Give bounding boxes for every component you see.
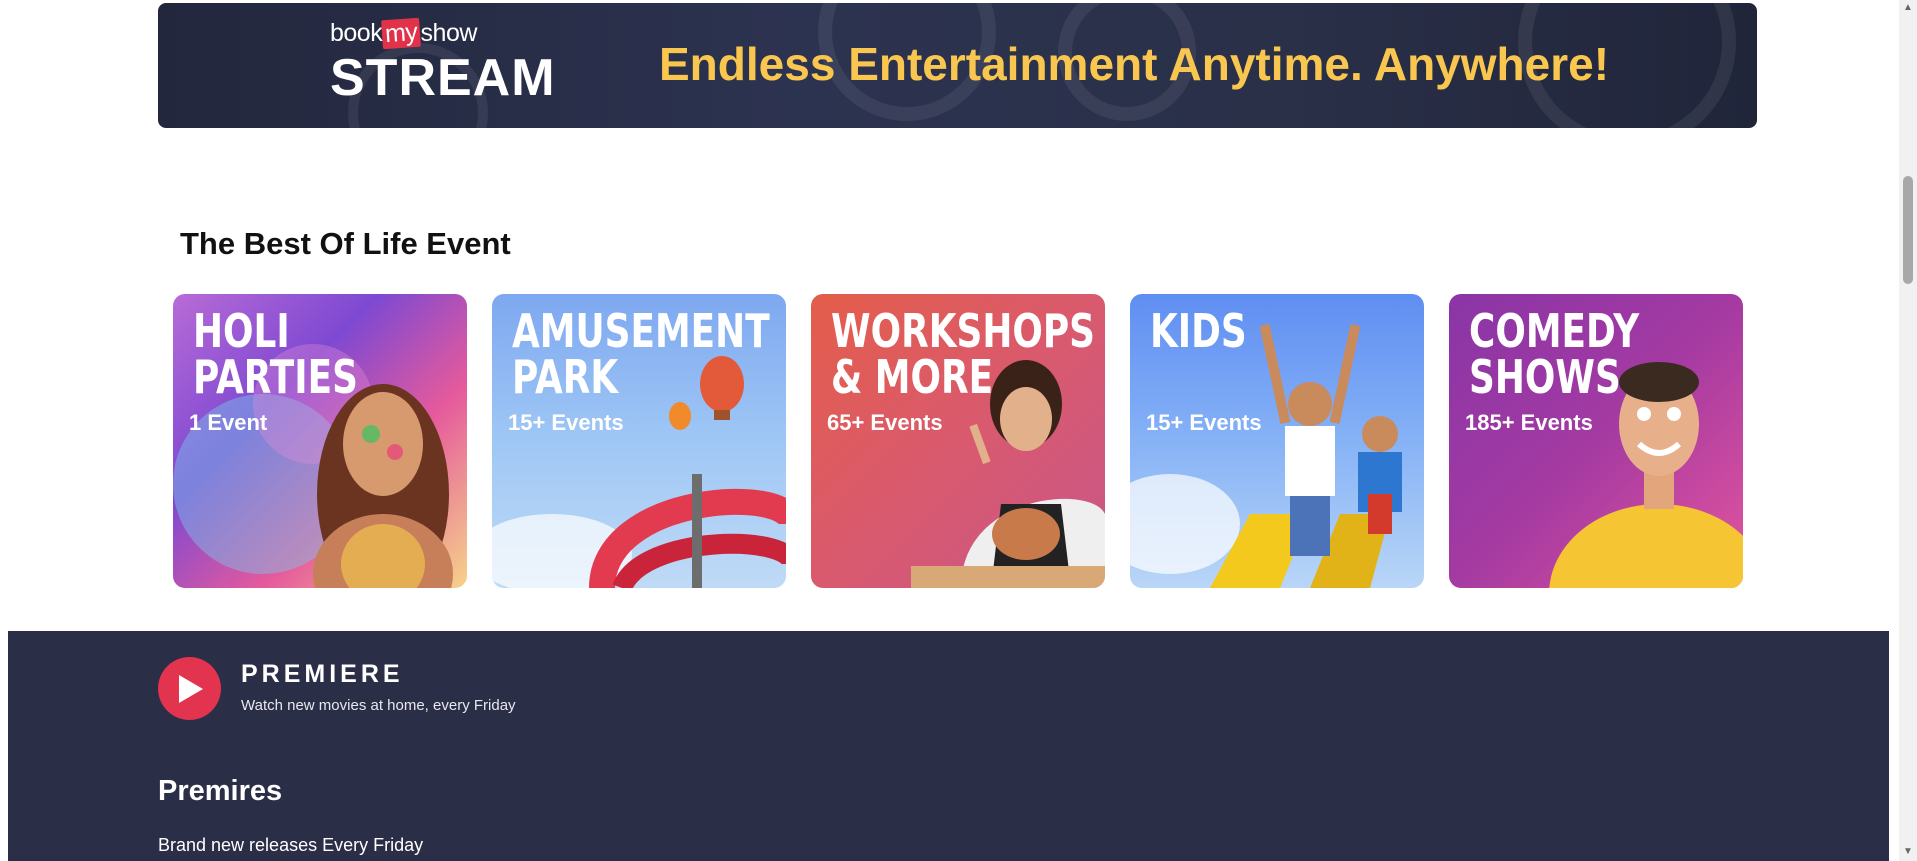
card-title: AMUSEMENT PARK [512,304,770,404]
scroll-down-arrow-icon[interactable]: ▼ [1903,846,1913,857]
banner-tagline: Endless Entertainment Anytime. Anywhere! [659,38,1610,90]
card-holi-parties[interactable]: HOLI PARTIES 1 Event [173,294,467,588]
card-event-count: 65+ Events [827,410,943,435]
premiere-brand: PREMIERE [241,660,404,688]
bookmyshow-stream-logo: bookmyshow STREAM [330,17,556,107]
logo-show: show [420,19,478,47]
card-event-count: 185+ Events [1465,410,1593,435]
scroll-up-arrow-icon[interactable]: ▲ [1903,2,1913,13]
scroll-thumb[interactable] [1903,176,1913,284]
card-title: WORKSHOPS & MORE [831,304,1096,404]
card-workshops-and-more[interactable]: WORKSHOPS & MORE 65+ Events [811,294,1105,588]
card-title: COMEDY SHOWS [1469,304,1640,404]
logo-my: my [381,17,422,50]
premiere-play-icon[interactable] [158,657,221,720]
stream-banner[interactable]: bookmyshow STREAM Endless Entertainment … [158,3,1757,128]
card-event-count: 1 Event [189,410,268,435]
logo-stream: STREAM [330,49,556,107]
premires-subheading: Brand new releases Every Friday [158,835,424,855]
card-title: HOLI PARTIES [193,304,358,404]
card-kids[interactable]: KIDS 15+ Events [1130,294,1424,588]
card-event-count: 15+ Events [1146,410,1262,435]
logo-book: book [330,19,383,47]
card-event-count: 15+ Events [508,410,624,435]
card-comedy-shows[interactable]: COMEDY SHOWS 185+ Events [1449,294,1743,588]
card-title: KIDS [1150,304,1247,358]
card-amusement-park[interactable]: AMUSEMENT PARK 15+ Events [492,294,786,588]
premiere-subtitle: Watch new movies at home, every Friday [241,697,516,714]
premires-heading: Premires [158,775,283,807]
page-scrollbar[interactable]: ▲ ▼ [1899,0,1917,861]
section-title: The Best Of Life Event [180,226,511,261]
